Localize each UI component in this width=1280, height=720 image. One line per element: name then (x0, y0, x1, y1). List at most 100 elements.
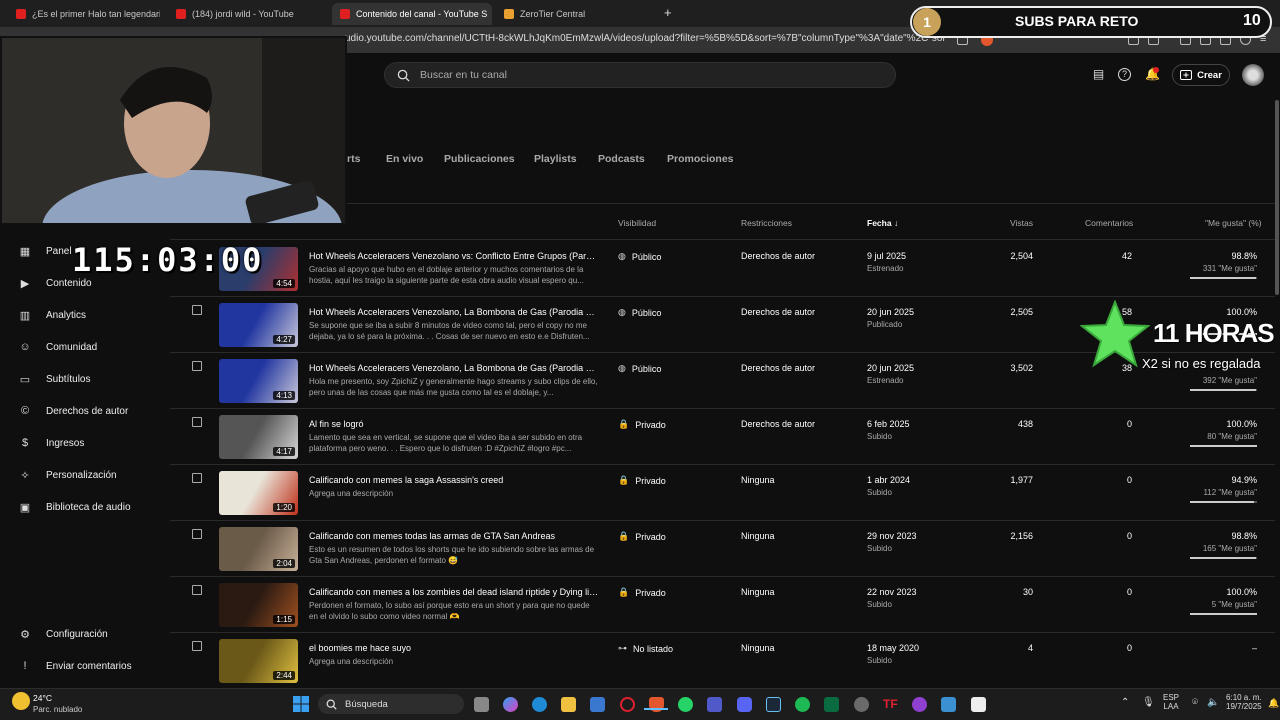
visibility-cell[interactable]: ◍ Público (618, 251, 661, 262)
date-cell: 18 may 2020 (867, 643, 920, 653)
sidebar-item-feedback[interactable]: ! Enviar comentarios (18, 656, 131, 676)
notifications-bell-icon[interactable]: 🔔 (1268, 698, 1279, 709)
create-button[interactable]: Crear (1172, 64, 1230, 86)
table-row[interactable]: 2:04 Calificando con memes todas las arma… (170, 521, 1275, 577)
terminal-icon[interactable] (824, 697, 839, 712)
video-title[interactable]: Hot Wheels Acceleracers Venezolano, La B… (309, 363, 599, 373)
table-row[interactable]: 1:15 Calificando con memes a los zombies … (170, 577, 1275, 633)
date-status: Estrenado (867, 376, 904, 385)
obs-icon[interactable] (854, 697, 869, 712)
row-checkbox[interactable] (192, 473, 202, 483)
sidebar-item-customization[interactable]: ✧ Personalización (18, 465, 116, 485)
spotify-icon[interactable] (795, 697, 810, 712)
scrollbar[interactable] (1275, 100, 1279, 295)
video-thumbnail[interactable]: 4:13 (219, 359, 298, 403)
avatar[interactable] (1242, 64, 1264, 86)
tab-promotions[interactable]: Promociones (667, 153, 734, 165)
language-indicator[interactable]: ESP LAA (1163, 693, 1179, 711)
public-globe-icon: ◍ (618, 251, 626, 261)
sidebar-item-analytics[interactable]: ▥ Analytics (18, 305, 86, 325)
opera-icon[interactable] (620, 697, 635, 712)
video-title[interactable]: Calificando con memes la saga Assassin's… (309, 475, 599, 485)
microphone-icon[interactable]: 🎙 (1142, 697, 1155, 708)
store-icon[interactable] (590, 697, 605, 712)
video-thumbnail[interactable]: 1:20 (219, 471, 298, 515)
public-globe-icon: ◍ (618, 307, 626, 317)
table-row[interactable]: 4:17 Al fin se logró Lamento que sea en ve… (170, 409, 1275, 465)
volume-icon[interactable]: 🔈 (1207, 697, 1219, 708)
teams-icon[interactable] (707, 697, 722, 712)
row-checkbox[interactable] (192, 305, 202, 315)
video-title[interactable]: el boomies me hace suyo (309, 643, 599, 653)
visibility-cell[interactable]: ◍ Público (618, 307, 661, 318)
row-checkbox[interactable] (192, 641, 202, 651)
sidebar-item-community[interactable]: ☺ Comunidad (18, 337, 97, 357)
keyboard-layout: LAA (1163, 702, 1179, 711)
tab-podcasts[interactable]: Podcasts (598, 153, 645, 165)
sidebar-item-earnings[interactable]: $ Ingresos (18, 433, 84, 453)
steam-icon[interactable] (766, 697, 781, 712)
new-tab-button[interactable]: + (664, 5, 672, 20)
browser-tab-active[interactable]: Contenido del canal - YouTube S ✕ (332, 3, 492, 25)
likes-percent-cell: 98.8% (1231, 251, 1257, 261)
file-explorer-icon[interactable] (561, 697, 576, 712)
weather-icon[interactable] (12, 692, 30, 710)
visibility-cell[interactable]: ⊶ No listado (618, 643, 673, 654)
visibility-cell[interactable]: 🔒 Privado (618, 475, 666, 486)
tab-live[interactable]: En vivo (386, 153, 423, 165)
twitch-icon[interactable] (912, 697, 927, 712)
tab-posts[interactable]: Publicaciones (444, 153, 515, 165)
task-view-icon[interactable] (474, 697, 489, 712)
date-cell: 9 jul 2025 (867, 251, 907, 261)
sidebar-item-copyright[interactable]: © Derechos de autor (18, 401, 128, 421)
row-checkbox[interactable] (192, 585, 202, 595)
taskbar-search[interactable]: Búsqueda (318, 694, 464, 714)
browser-tab[interactable]: ¿Es el primer Halo tan legendario co (8, 3, 160, 25)
video-title[interactable]: Calificando con memes a los zombies del … (309, 587, 599, 597)
copilot-icon[interactable] (503, 697, 518, 712)
video-title[interactable]: Hot Wheels Acceleracers Venezolano vs: C… (309, 251, 599, 261)
row-checkbox[interactable] (192, 417, 202, 427)
discord-icon[interactable] (737, 697, 752, 712)
video-thumbnail[interactable]: 2:44 (219, 639, 298, 683)
table-row[interactable]: 1:20 Calificando con memes la saga Assass… (170, 465, 1275, 521)
tray-chevron-up-icon[interactable]: ⌃ (1121, 697, 1129, 708)
public-globe-icon: ◍ (618, 363, 626, 373)
subtitles-shortcut-icon[interactable]: ▤ (1092, 68, 1105, 81)
network-icon[interactable]: ⌾ (1192, 697, 1198, 708)
url-field[interactable]: udio.youtube.com/channel/UCTtH-8ckWLhJqK… (345, 33, 945, 44)
table-row[interactable]: 2:44 el boomies me hace suyo Agrega una de… (170, 633, 1275, 689)
tab-playlists[interactable]: Playlists (534, 153, 577, 165)
video-thumbnail[interactable]: 1:15 (219, 583, 298, 627)
sidebar-item-panel[interactable]: ▦ Panel (18, 241, 72, 261)
video-thumbnail[interactable]: 4:17 (219, 415, 298, 459)
channel-search-box[interactable]: Buscar en tu canal (384, 62, 896, 88)
edge-icon[interactable] (532, 697, 547, 712)
video-title[interactable]: Hot Wheels Acceleracers Venezolano, La B… (309, 307, 599, 317)
clock[interactable]: 6:10 a. m. 19/7/2025 (1226, 693, 1262, 711)
browser-tab[interactable]: (184) jordi wild - YouTube (168, 3, 328, 25)
row-checkbox[interactable] (192, 361, 202, 371)
table-row[interactable]: 4:54 Hot Wheels Acceleracers Venezolano v… (170, 241, 1275, 297)
visibility-cell[interactable]: 🔒 Privado (618, 531, 666, 542)
column-header-date[interactable]: Fecha ↓ (867, 218, 898, 228)
tf-app-icon[interactable]: TF (883, 697, 898, 712)
photos-icon[interactable] (941, 697, 956, 712)
sidebar-item-subtitles[interactable]: ▭ Subtítulos (18, 369, 91, 389)
whatsapp-icon[interactable] (678, 697, 693, 712)
row-checkbox[interactable] (192, 529, 202, 539)
video-thumbnail[interactable]: 2:04 (219, 527, 298, 571)
sidebar-item-audio-library[interactable]: ▣ Biblioteca de audio (18, 497, 131, 517)
help-icon[interactable]: ? (1118, 68, 1131, 81)
visibility-cell[interactable]: ◍ Público (618, 363, 661, 374)
video-title[interactable]: Al fin se logró (309, 419, 599, 429)
tab-shorts[interactable]: rts (347, 153, 360, 165)
windows-start-icon[interactable] (293, 696, 309, 712)
video-thumbnail[interactable]: 4:27 (219, 303, 298, 347)
visibility-cell[interactable]: 🔒 Privado (618, 419, 666, 430)
app-icon[interactable] (971, 697, 986, 712)
video-title[interactable]: Calificando con memes todas las armas de… (309, 531, 599, 541)
visibility-cell[interactable]: 🔒 Privado (618, 587, 666, 598)
browser-tab[interactable]: ZeroTier Central (496, 3, 656, 25)
sidebar-item-settings[interactable]: ⚙ Configuración (18, 624, 108, 644)
